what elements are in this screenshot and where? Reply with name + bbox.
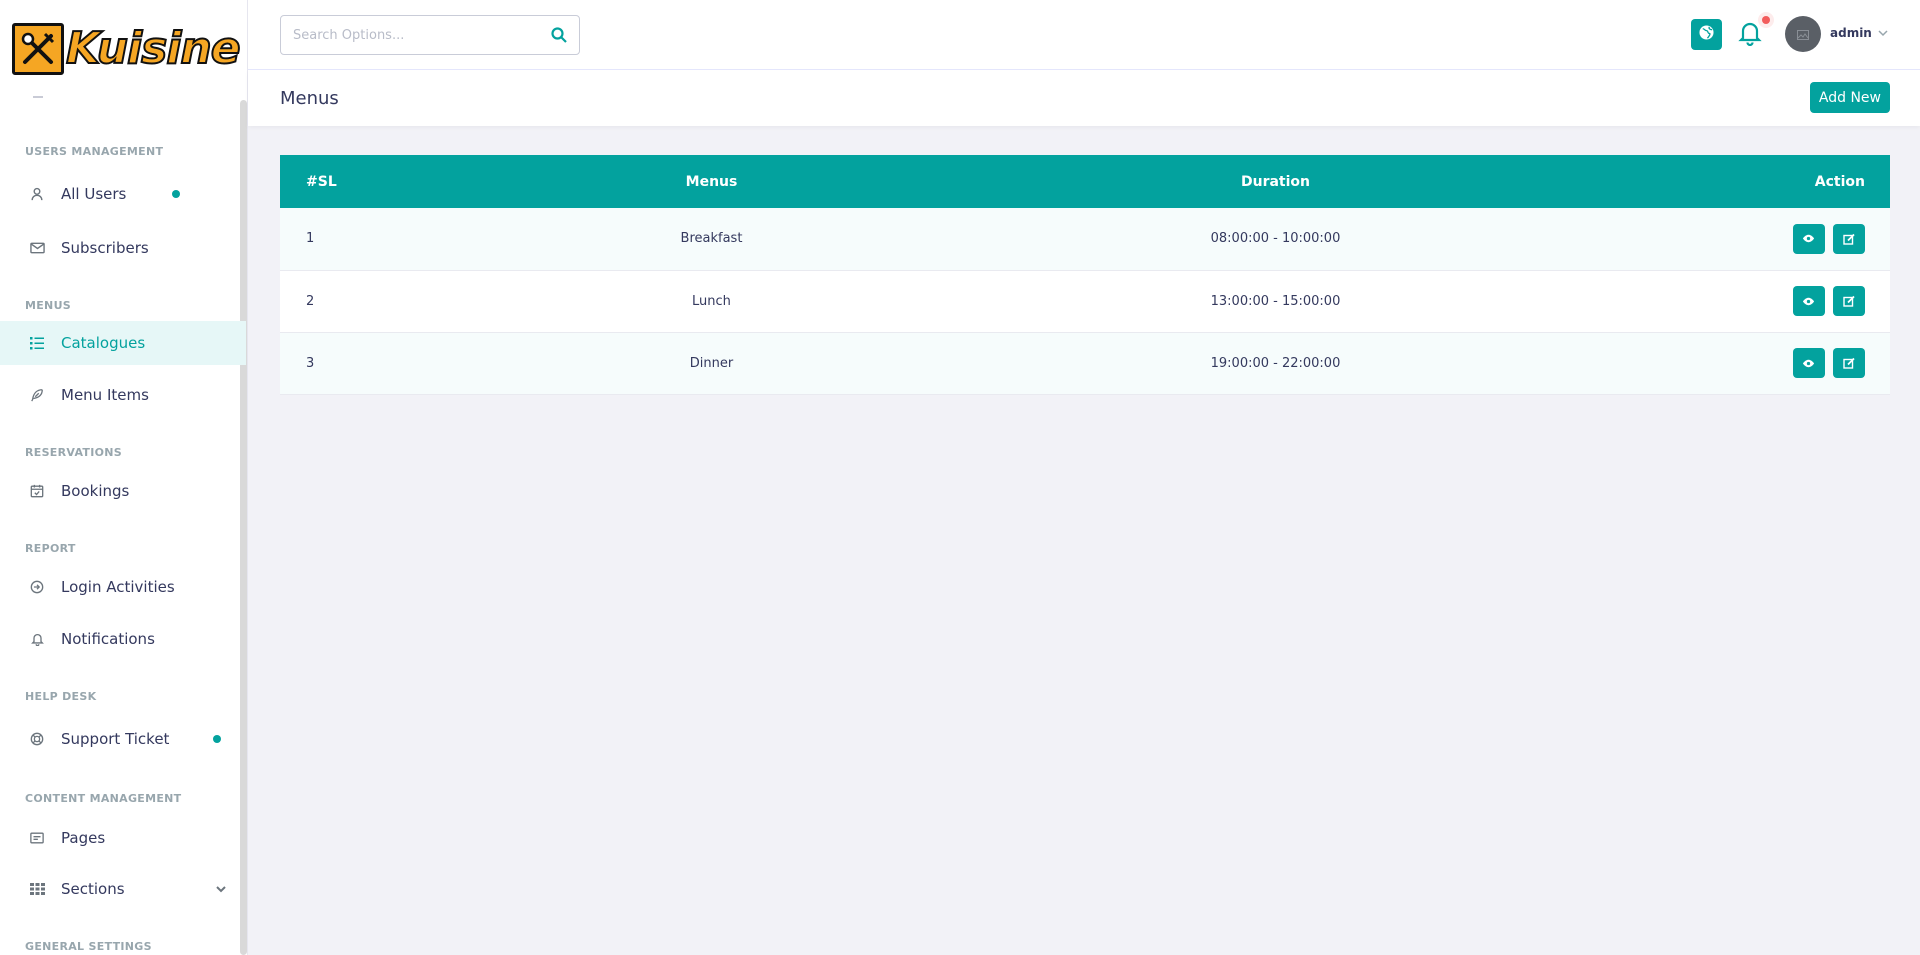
- sidebar-item-label: Support Ticket: [61, 730, 170, 748]
- page-icon: [29, 830, 45, 846]
- page-title: Menus: [280, 88, 339, 109]
- user-icon: [29, 186, 45, 202]
- cell-action: [1508, 332, 1890, 394]
- cell-duration: 19:00:00 - 22:00:00: [1210, 355, 1341, 371]
- edit-icon: [1843, 295, 1855, 307]
- sidebar-item-support-ticket[interactable]: Support Ticket: [0, 717, 246, 761]
- section-header-report: REPORT: [25, 542, 76, 555]
- column-header-action: Action: [1814, 173, 1865, 190]
- sidebar-item-all-users[interactable]: All Users: [0, 172, 246, 216]
- column-header-menus: Menus: [685, 173, 738, 190]
- section-header-help-desk: HELP DESK: [25, 690, 97, 703]
- column-header-duration: Duration: [1240, 173, 1310, 190]
- status-dot: [172, 190, 180, 198]
- bell-icon: [29, 631, 45, 647]
- view-button[interactable]: [1792, 348, 1825, 378]
- sidebar-item-label: Subscribers: [61, 239, 149, 257]
- brand-name: Kuisine: [65, 22, 242, 75]
- image-placeholder-icon: [1797, 25, 1809, 44]
- sidebar-item-notifications[interactable]: Notifications: [0, 617, 246, 661]
- table-header-row: #SL Menus Duration Action: [280, 155, 1890, 208]
- sidebar-item-label: Catalogues: [61, 334, 146, 352]
- cell-duration: 08:00:00 - 10:00:00: [1210, 231, 1341, 247]
- cell-sl: 1: [306, 231, 315, 247]
- notification-indicator: [1758, 12, 1774, 28]
- cell-menu: Breakfast: [680, 231, 743, 247]
- section-header-content-management: CONTENT MANAGEMENT: [25, 792, 182, 805]
- eye-icon: [1803, 297, 1815, 305]
- language-button[interactable]: [1691, 19, 1722, 50]
- section-header-general-settings: GENERAL SETTINGS: [25, 940, 152, 953]
- edit-button[interactable]: [1833, 348, 1865, 378]
- menus-table-card: #SL Menus Duration Action 1 Breakfast 08…: [280, 155, 1890, 395]
- menus-table: #SL Menus Duration Action 1 Breakfast 08…: [280, 155, 1890, 395]
- sign-in-icon: [29, 579, 45, 595]
- edit-button[interactable]: [1833, 286, 1865, 316]
- section-header-users: USERS MANAGEMENT: [25, 145, 164, 158]
- table-row: 3 Dinner 19:00:00 - 22:00:00: [280, 332, 1890, 394]
- cell-sl: 2: [306, 293, 315, 309]
- avatar[interactable]: [1785, 16, 1821, 52]
- topbar: admin: [248, 0, 1920, 70]
- cell-menu: Lunch: [692, 293, 731, 309]
- search-box: [280, 15, 580, 55]
- calendar-icon: [29, 483, 45, 499]
- cell-sl: 3: [306, 355, 315, 371]
- grid-icon: [29, 881, 45, 897]
- status-dot: [213, 735, 221, 743]
- edit-icon: [1843, 233, 1855, 245]
- chevron-down-icon: [216, 882, 226, 896]
- section-header-menus: MENUS: [25, 299, 72, 312]
- sidebar-item-catalogues[interactable]: Catalogues: [0, 321, 246, 365]
- add-new-button[interactable]: Add New: [1809, 82, 1890, 113]
- sidebar-item-subscribers[interactable]: Subscribers: [0, 226, 246, 270]
- feather-icon: [29, 387, 45, 403]
- page-header: Menus Add New: [248, 70, 1920, 126]
- search-icon[interactable]: [551, 27, 567, 47]
- table-row: 1 Breakfast 08:00:00 - 10:00:00: [280, 208, 1890, 270]
- cell-action: [1508, 208, 1890, 270]
- chevron-down-icon[interactable]: [1878, 27, 1888, 40]
- table-row: 2 Lunch 13:00:00 - 15:00:00: [280, 270, 1890, 332]
- eye-icon: [1803, 359, 1815, 367]
- edit-icon: [1843, 357, 1855, 369]
- sidebar-item-label: All Users: [61, 185, 127, 203]
- sidebar-item-label: Sections: [61, 880, 125, 898]
- user-name[interactable]: admin: [1830, 26, 1872, 40]
- view-button[interactable]: [1792, 286, 1825, 316]
- sidebar-item-sections[interactable]: Sections: [0, 867, 246, 911]
- view-button[interactable]: [1792, 223, 1825, 254]
- sidebar-item-bookings[interactable]: Bookings: [0, 469, 246, 513]
- sidebar-item-login-activities[interactable]: Login Activities: [0, 565, 246, 609]
- edit-button[interactable]: [1833, 223, 1865, 254]
- sidebar: Kuisine USERS MANAGEMENT All Users Subsc…: [0, 0, 248, 955]
- globe-icon: [1699, 25, 1714, 44]
- column-header-sl: #SL: [306, 173, 337, 190]
- eye-icon: [1803, 235, 1815, 243]
- sidebar-item-partial: [33, 96, 43, 98]
- brand-logo[interactable]: Kuisine: [12, 22, 242, 76]
- section-header-reservations: RESERVATIONS: [25, 446, 122, 459]
- sidebar-item-label: Menu Items: [61, 386, 149, 404]
- search-input[interactable]: [293, 27, 533, 43]
- life-ring-icon: [29, 731, 45, 747]
- sidebar-item-label: Notifications: [61, 630, 155, 648]
- sidebar-item-label: Pages: [61, 829, 106, 847]
- sidebar-item-pages[interactable]: Pages: [0, 816, 246, 860]
- cell-action: [1508, 270, 1890, 332]
- cell-menu: Dinner: [689, 355, 734, 371]
- list-icon: [29, 335, 45, 351]
- cell-duration: 13:00:00 - 15:00:00: [1210, 293, 1341, 309]
- envelope-icon: [29, 240, 45, 256]
- sidebar-item-menu-items[interactable]: Menu Items: [0, 373, 246, 417]
- sidebar-item-label: Bookings: [61, 482, 130, 500]
- fork-knife-icon: [12, 23, 64, 75]
- sidebar-item-label: Login Activities: [61, 578, 175, 596]
